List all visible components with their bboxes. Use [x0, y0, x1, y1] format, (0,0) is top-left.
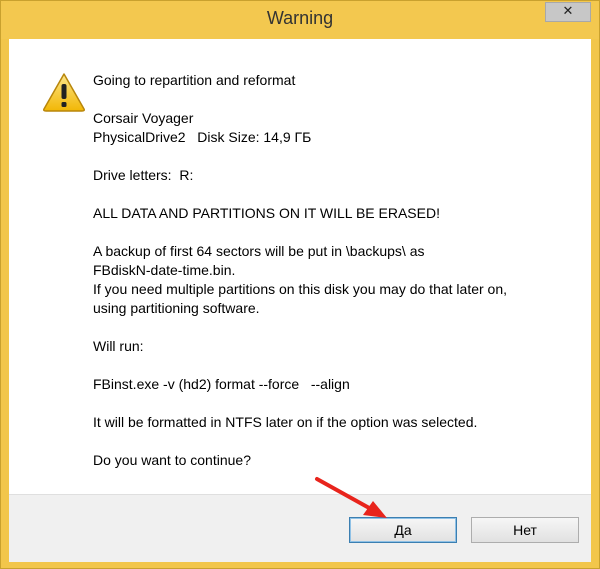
- device-info: PhysicalDrive2 Disk Size: 14,9 ГБ: [93, 129, 312, 145]
- message-text: Going to repartition and reformat Corsai…: [93, 71, 583, 470]
- title-bar[interactable]: Warning ✕: [1, 1, 599, 39]
- no-button[interactable]: Нет: [471, 517, 579, 543]
- command-text: FBinst.exe -v (hd2) format --force --ali…: [93, 376, 350, 392]
- button-bar: Да Нет: [9, 494, 591, 562]
- partition-line: using partitioning software.: [93, 300, 260, 316]
- will-run-label: Will run:: [93, 338, 144, 354]
- dialog-content: Going to repartition and reformat Corsai…: [9, 39, 591, 494]
- close-button[interactable]: ✕: [545, 2, 591, 22]
- partition-line: If you need multiple partitions on this …: [93, 281, 508, 297]
- warning-dialog: Warning ✕ Going to repartition and refor…: [0, 0, 600, 569]
- backup-line: A backup of first 64 sectors will be put…: [93, 243, 425, 259]
- message-line: Going to repartition and reformat: [93, 72, 296, 88]
- confirm-question: Do you want to continue?: [93, 452, 251, 468]
- backup-line: FBdiskN-date-time.bin.: [93, 262, 236, 278]
- ntfs-note: It will be formatted in NTFS later on if…: [93, 414, 478, 430]
- window-title: Warning: [266, 8, 334, 28]
- device-name: Corsair Voyager: [93, 110, 194, 126]
- erase-warning: ALL DATA AND PARTITIONS ON IT WILL BE ER…: [93, 205, 440, 221]
- red-arrow-icon: [315, 477, 387, 518]
- warning-icon: [43, 73, 85, 112]
- drive-letters: Drive letters: R:: [93, 167, 194, 183]
